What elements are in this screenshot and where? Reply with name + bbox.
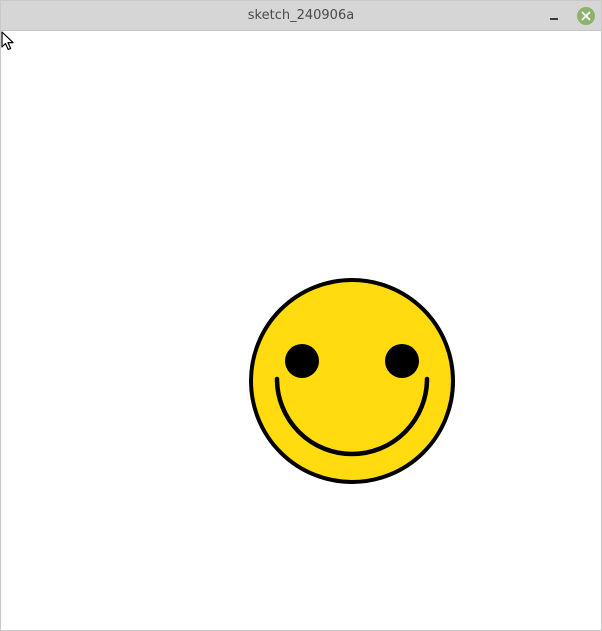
pointer-cursor-icon — [1, 31, 14, 51]
left-eye — [285, 344, 319, 378]
title-bar[interactable]: sketch_240906a — [1, 1, 601, 31]
app-window: sketch_240906a — [0, 0, 602, 631]
window-title: sketch_240906a — [247, 8, 355, 23]
smiley-face — [249, 278, 455, 484]
right-eye — [385, 344, 419, 378]
sketch-canvas[interactable] — [1, 31, 601, 630]
minimize-button[interactable] — [543, 6, 565, 26]
smiley-drawing — [249, 278, 455, 484]
close-button[interactable] — [577, 7, 595, 25]
close-icon — [577, 7, 595, 25]
minimize-icon — [550, 18, 558, 20]
